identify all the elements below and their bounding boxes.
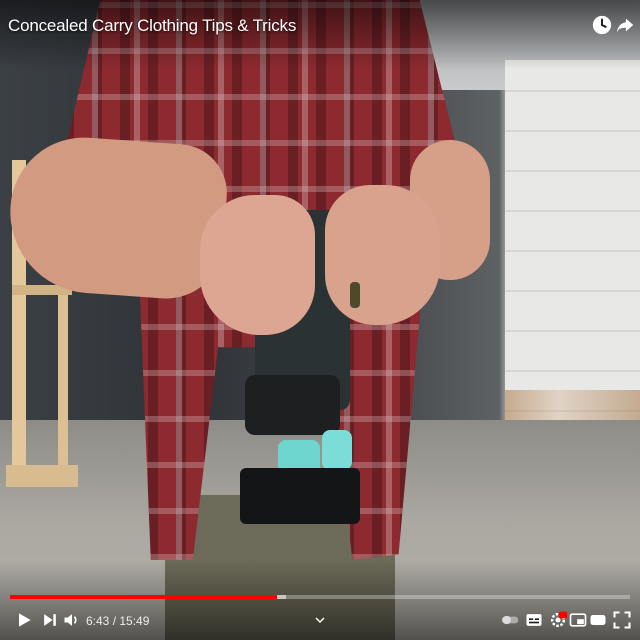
fullscreen-icon[interactable]: [612, 610, 632, 630]
subtitles-icon[interactable]: [524, 610, 544, 630]
video-frame[interactable]: [0, 0, 640, 640]
video-title[interactable]: Concealed Carry Clothing Tips & Tricks: [8, 16, 296, 36]
holster-clip: [322, 430, 352, 470]
player-controls: 6:43 / 15:49: [0, 606, 640, 634]
autoplay-toggle-icon[interactable]: [500, 610, 520, 630]
holster: [245, 375, 340, 435]
miniplayer-icon[interactable]: [568, 610, 588, 630]
ring: [350, 282, 360, 308]
share-arrow-icon[interactable]: [614, 14, 636, 36]
volume-icon[interactable]: [62, 610, 82, 630]
time-display: 6:43 / 15:49: [86, 614, 150, 628]
progress-played: [10, 595, 277, 599]
progress-bar[interactable]: [10, 595, 630, 599]
play-icon[interactable]: [14, 610, 34, 630]
settings-icon[interactable]: [548, 610, 568, 630]
next-icon[interactable]: [40, 610, 60, 630]
person-left-arm: [4, 132, 231, 303]
person-right-hand: [325, 185, 440, 325]
clock-icon[interactable]: [591, 14, 613, 36]
video-player[interactable]: Concealed Carry Clothing Tips & Tricks 6…: [0, 0, 640, 640]
theater-icon[interactable]: [588, 610, 608, 630]
chevron-up-icon[interactable]: [312, 612, 328, 628]
belt: [240, 468, 360, 524]
person-left-hand: [200, 195, 315, 335]
